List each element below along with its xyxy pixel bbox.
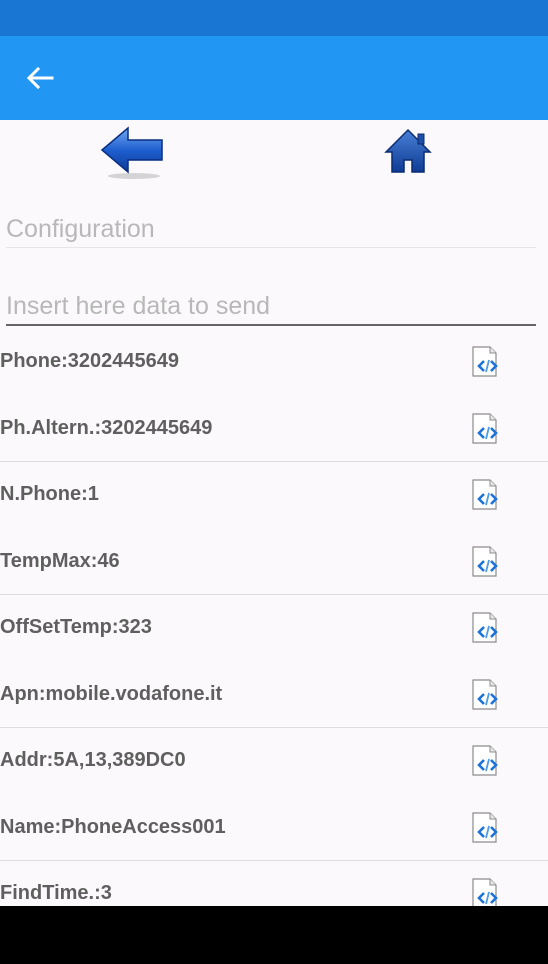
send-code-icon[interactable] (470, 545, 504, 579)
status-bar (0, 0, 548, 36)
config-list: Phone:3202445649 Ph.Altern.:3202445649 N.P… (0, 328, 548, 906)
home-icon[interactable] (382, 126, 434, 178)
navigation-bar (0, 906, 548, 964)
send-code-icon[interactable] (470, 744, 504, 778)
send-code-icon[interactable] (470, 412, 504, 446)
list-item-label: Apn:mobile.vodafone.it (0, 682, 223, 705)
data-to-send-input[interactable] (6, 288, 536, 326)
list-item-label: FindTime.:3 (0, 882, 112, 904)
app-bar (0, 36, 548, 120)
list-item: Phone:3202445649 (0, 328, 548, 395)
main-content: Phone:3202445649 Ph.Altern.:3202445649 N.P… (0, 120, 548, 906)
list-item: Addr:5A,13,389DC0 (0, 727, 548, 794)
send-code-icon[interactable] (470, 345, 504, 379)
list-item: Ph.Altern.:3202445649 (0, 395, 548, 462)
list-item: N.Phone:1 (0, 461, 548, 528)
send-code-icon[interactable] (470, 678, 504, 712)
list-item: FindTime.:3 (0, 860, 548, 906)
list-item-label: Ph.Altern.:3202445649 (0, 416, 213, 439)
list-item: OffSetTemp:323 (0, 594, 548, 661)
list-item: TempMax:46 (0, 528, 548, 595)
send-code-icon[interactable] (470, 611, 504, 645)
list-item-label: Addr:5A,13,389DC0 (0, 749, 186, 771)
toolbar (0, 120, 548, 194)
arrow-back-icon[interactable] (24, 64, 56, 92)
list-item-label: OffSetTemp:323 (0, 616, 152, 638)
list-item-label: TempMax:46 (0, 549, 120, 572)
list-item: Name:PhoneAccess001 (0, 794, 548, 861)
configuration-field[interactable] (6, 212, 536, 248)
list-item: Apn:mobile.vodafone.it (0, 661, 548, 728)
send-code-icon[interactable] (470, 877, 504, 906)
list-item-label: N.Phone:1 (0, 483, 99, 505)
list-item-label: Phone:3202445649 (0, 350, 180, 372)
send-code-icon[interactable] (470, 811, 504, 845)
send-code-icon[interactable] (470, 478, 504, 512)
list-item-label: Name:PhoneAccess001 (0, 815, 226, 838)
blue-left-arrow-icon[interactable] (100, 122, 166, 180)
